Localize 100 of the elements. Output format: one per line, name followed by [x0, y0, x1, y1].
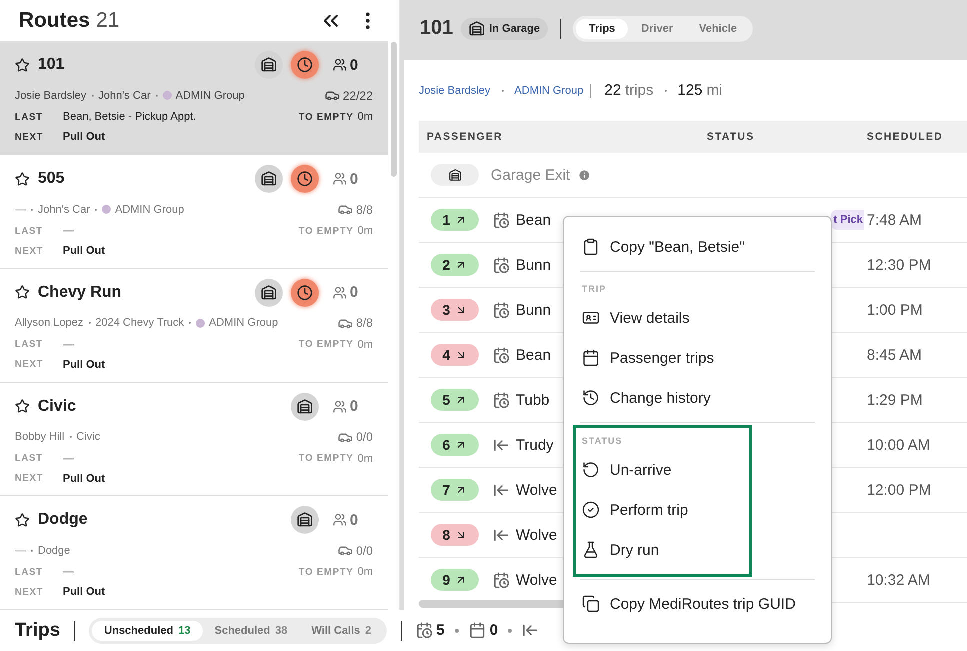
next-label: NEXT	[15, 246, 45, 257]
trip-filter-tab[interactable]: Unscheduled 13	[92, 620, 203, 640]
passenger-count: 0	[350, 56, 358, 74]
trip-count: 5	[436, 622, 445, 639]
separator-dot	[92, 94, 94, 97]
next-stop: Pull Out	[63, 131, 106, 144]
passenger-name: Bunn	[516, 256, 552, 274]
route-detail: Allyson Lopez	[15, 317, 84, 330]
to-empty-value: 0m	[358, 566, 373, 578]
separator-dot	[95, 208, 98, 211]
star-icon[interactable]	[15, 58, 30, 73]
capacity: 0/0	[356, 430, 373, 444]
scheduled-time: 10:00 AM	[867, 436, 930, 454]
separator-dot	[88, 322, 90, 324]
passenger-count: 0	[350, 398, 358, 416]
trip-filter-tab[interactable]: Will Calls 2	[300, 620, 384, 640]
scheduled-time: 12:00 PM	[867, 482, 932, 498]
calendar-clock-icon	[493, 392, 510, 408]
trip-count: 0	[490, 622, 498, 639]
star-icon[interactable]	[15, 512, 30, 528]
trips-count: 22	[604, 82, 622, 99]
passenger-name: Wolve	[516, 526, 558, 544]
copy-icon	[582, 595, 600, 613]
scheduled-time: 1:29 PM	[867, 392, 923, 408]
routes-count: 21	[96, 8, 120, 32]
last-stop: —	[63, 225, 75, 238]
next-stop: Pull Out	[63, 586, 106, 598]
view-tab[interactable]: Vehicle	[686, 18, 750, 38]
passenger-name: Trudy	[516, 436, 554, 454]
passengers-icon	[333, 58, 347, 72]
to-empty-label: TO EMPTY	[298, 226, 354, 237]
route-card[interactable]: Civic 0 Bobby Hill Civic 0/0 LAST — TO EMPTY 0m NEXT Pull Out	[0, 382, 388, 496]
info-icon[interactable]	[578, 168, 592, 182]
menu-item[interactable]: Un-arrive	[580, 450, 749, 490]
passengers-icon	[333, 400, 347, 414]
menu-item[interactable]: Change history	[580, 378, 815, 418]
column-header: SCHEDULED	[867, 131, 944, 143]
star-icon[interactable]	[15, 285, 30, 300]
garage-icon	[261, 284, 277, 301]
garage-exit-label: Garage Exit	[491, 166, 570, 184]
star-icon[interactable]	[15, 399, 30, 414]
route-detail: Civic	[76, 431, 100, 444]
garage-icon	[469, 20, 486, 36]
to-empty-value: 0m	[358, 111, 373, 124]
menu-heading: STATUS	[581, 435, 624, 448]
route-card[interactable]: 101 0 Josie Bardsley John's Car ADMIN Group 22/22 LAST Bean, Betsie - Pickup Appt. TO EMPTY 0m NEXT Pull Out	[0, 41, 388, 156]
driver-link[interactable]: Josie Bardsley	[419, 84, 491, 96]
passengers-icon	[333, 513, 347, 528]
trips-unit: trips	[625, 82, 654, 99]
route-detail: 2024 Chevy Truck	[96, 317, 184, 330]
calendar-icon	[468, 622, 486, 639]
last-stop: —	[63, 566, 75, 578]
miles-unit: mi	[706, 82, 723, 99]
passenger-name: Bean	[516, 212, 552, 228]
star-icon[interactable]	[15, 172, 30, 187]
garage-icon	[448, 168, 462, 182]
route-detail: —	[15, 204, 26, 216]
last-label: LAST	[15, 566, 44, 578]
card-icon	[582, 309, 600, 327]
menu-item[interactable]: View details	[580, 298, 815, 338]
capacity: 0/0	[356, 544, 373, 558]
separator-dot	[156, 94, 158, 97]
clock-icon	[297, 171, 313, 188]
menu-item[interactable]: Copy "Bean, Betsie"	[580, 227, 815, 267]
scrollbar[interactable]	[391, 42, 397, 177]
flask-icon	[582, 541, 600, 559]
stop-number: 5	[431, 389, 479, 411]
view-tab[interactable]: Trips	[576, 18, 628, 38]
route-detail: John's Car	[38, 204, 90, 216]
last-stop: —	[63, 452, 75, 465]
menu-item[interactable]: Copy MediRoutes trip GUID	[580, 584, 815, 624]
route-detail: Dodge	[38, 544, 70, 557]
capacity: 22/22	[342, 88, 373, 103]
route-detail: Josie Bardsley	[15, 90, 87, 102]
view-tab[interactable]: Driver	[628, 18, 686, 38]
passenger-name: Bean	[516, 346, 552, 364]
stop-number: 7	[431, 479, 479, 501]
group-link[interactable]: ADMIN Group	[514, 84, 584, 96]
passenger-count: 0	[350, 512, 358, 529]
to-empty-value: 0m	[358, 338, 373, 351]
check-icon	[582, 501, 600, 519]
stop-number: 3	[431, 299, 479, 321]
last-stop: —	[63, 338, 75, 351]
menu-item[interactable]: Perform trip	[580, 490, 749, 530]
calendar-clock-icon	[416, 622, 433, 639]
scheduled-time: 1:00 PM	[867, 302, 923, 318]
to-empty-label: TO EMPTY	[298, 339, 354, 350]
history-icon	[582, 389, 600, 407]
capacity: 8/8	[356, 202, 373, 217]
last-stop: Bean, Betsie - Pickup Appt.	[63, 111, 198, 124]
capacity: 8/8	[356, 316, 373, 330]
calendar-clock-icon	[493, 346, 510, 364]
calendar-clock-icon	[493, 212, 510, 228]
calendar-clock-icon	[493, 256, 510, 274]
menu-item[interactable]: Passenger trips	[580, 338, 815, 378]
next-label: NEXT	[15, 586, 45, 598]
status-pill: In Garage	[461, 18, 548, 40]
trip-filter-tab[interactable]: Scheduled 38	[202, 620, 300, 640]
to-empty-value: 0m	[358, 225, 373, 238]
menu-item[interactable]: Dry run	[580, 530, 749, 570]
